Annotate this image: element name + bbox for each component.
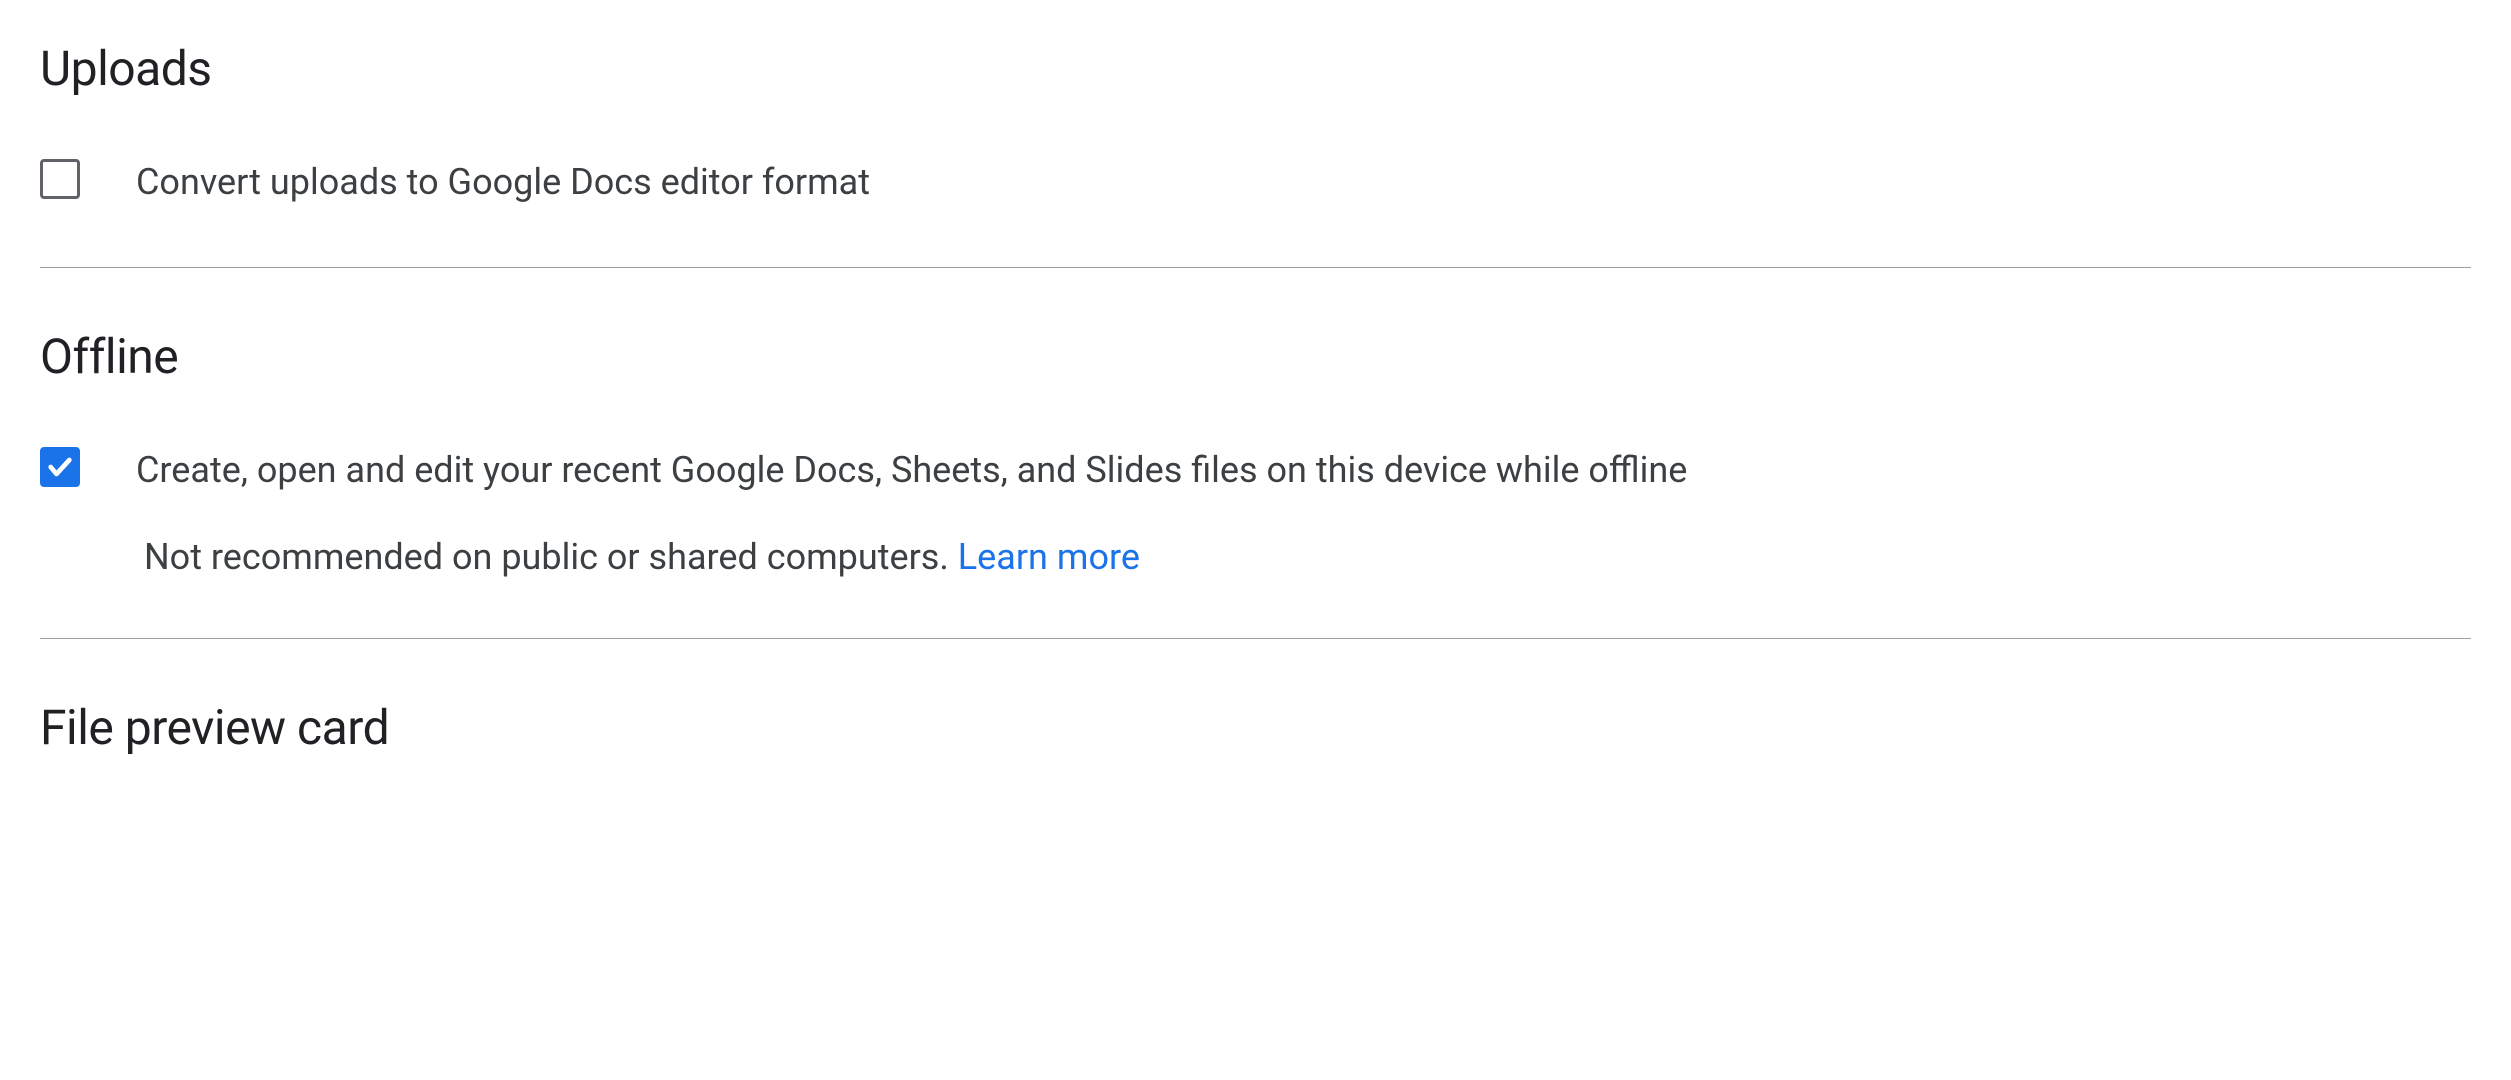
offline-learn-more-link[interactable]: Learn more <box>958 536 1140 578</box>
convert-uploads-label: Convert uploads to Google Docs editor fo… <box>136 157 2471 207</box>
file-preview-title: File preview card <box>40 699 2471 756</box>
convert-uploads-checkbox[interactable] <box>40 159 80 199</box>
check-icon <box>46 453 74 481</box>
offline-section: Offline Create, open and edit your recen… <box>40 328 2471 638</box>
uploads-section: Uploads Convert uploads to Google Docs e… <box>40 40 2471 268</box>
offline-title: Offline <box>40 328 2471 385</box>
offline-checkbox[interactable] <box>40 447 80 487</box>
offline-content: Create, open and edit your recent Google… <box>136 445 2471 577</box>
convert-uploads-content: Convert uploads to Google Docs editor fo… <box>136 157 2471 207</box>
offline-subtext-text: Not recommended on public or shared comp… <box>144 536 958 578</box>
offline-subtext: Not recommended on public or shared comp… <box>144 536 2471 578</box>
offline-label: Create, open and edit your recent Google… <box>136 445 2471 495</box>
uploads-title: Uploads <box>40 40 2471 97</box>
offline-option-row: Create, open and edit your recent Google… <box>40 445 2471 577</box>
file-preview-section: File preview card <box>40 699 2471 866</box>
convert-uploads-option-row: Convert uploads to Google Docs editor fo… <box>40 157 2471 207</box>
